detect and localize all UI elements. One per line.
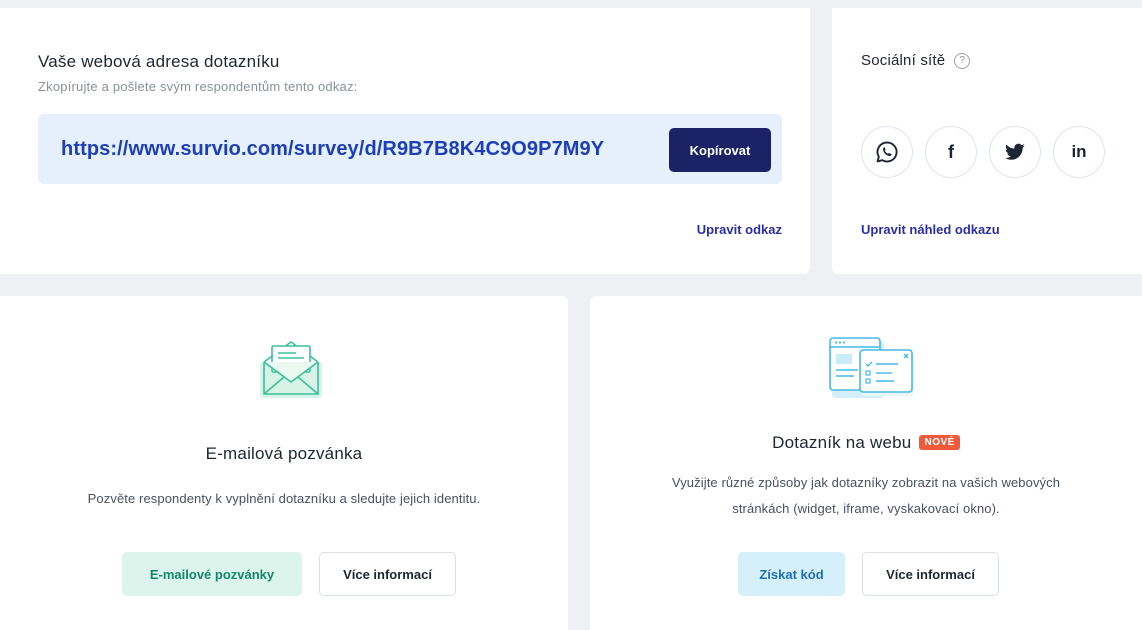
web-survey-card: Dotazník na webu NOVÉ Využijte různé způs… bbox=[590, 296, 1142, 630]
envelope-icon bbox=[260, 341, 322, 398]
email-invite-card: E-mailová pozvánka Pozvěte respondenty k… bbox=[0, 296, 568, 630]
new-badge: NOVÉ bbox=[919, 435, 960, 450]
web-survey-description: Využijte různé způsoby jak dotazníky zob… bbox=[590, 470, 1142, 522]
survey-url-card: Vaše webová adresa dotazníku Zkopírujte … bbox=[0, 8, 810, 274]
help-icon[interactable]: ? bbox=[954, 52, 971, 69]
survey-url-title: Vaše webová adresa dotazníku bbox=[38, 52, 280, 71]
linkedin-share-button[interactable]: in bbox=[1053, 126, 1105, 178]
social-networks-label: Sociální sítě bbox=[861, 52, 946, 69]
web-more-info-button[interactable]: Více informací bbox=[862, 552, 999, 596]
social-networks-title: Sociální sítě ? bbox=[861, 52, 971, 69]
survey-url-text[interactable]: https://www.survio.com/survey/d/R9B7B8K4… bbox=[61, 138, 604, 161]
browser-windows-icon bbox=[829, 337, 914, 398]
facebook-share-button[interactable]: f bbox=[925, 126, 977, 178]
linkedin-icon: in bbox=[1071, 142, 1087, 161]
twitter-share-button[interactable] bbox=[989, 126, 1041, 178]
survey-url-subtitle: Zkopírujte a pošlete svým respondentům t… bbox=[38, 79, 358, 94]
email-more-info-button[interactable]: Více informací bbox=[319, 552, 456, 596]
whatsapp-share-button[interactable] bbox=[861, 126, 913, 178]
email-invite-heading: E-mailová pozvánka bbox=[205, 444, 363, 463]
whatsapp-icon bbox=[876, 141, 898, 163]
email-invites-button[interactable]: E-mailové pozvánky bbox=[122, 552, 302, 596]
edit-link-button[interactable]: Upravit odkaz bbox=[697, 222, 782, 237]
email-invite-description: Pozvěte respondenty k vyplnění dotazníku… bbox=[87, 491, 481, 506]
twitter-icon bbox=[1005, 143, 1025, 160]
facebook-icon: f bbox=[948, 141, 954, 162]
social-networks-card: Sociální sítě ? f in Upravit náhled odka… bbox=[832, 8, 1142, 274]
survey-url-box: https://www.survio.com/survey/d/R9B7B8K4… bbox=[38, 114, 782, 184]
social-share-buttons: f in bbox=[861, 126, 1105, 178]
get-code-button[interactable]: Získat kód bbox=[738, 552, 845, 596]
web-survey-heading: Dotazník na webu bbox=[772, 433, 912, 452]
edit-preview-link-button[interactable]: Upravit náhled odkazu bbox=[861, 222, 1000, 237]
web-survey-heading-row: Dotazník na webu NOVÉ bbox=[590, 433, 1142, 453]
web-survey-description-line1: Využijte různé způsoby jak dotazníky zob… bbox=[671, 475, 1061, 490]
web-survey-description-line2: stránkách (widget, iframe, vyskakovací o… bbox=[732, 501, 1000, 516]
copy-button[interactable]: Kopírovat bbox=[669, 128, 771, 172]
